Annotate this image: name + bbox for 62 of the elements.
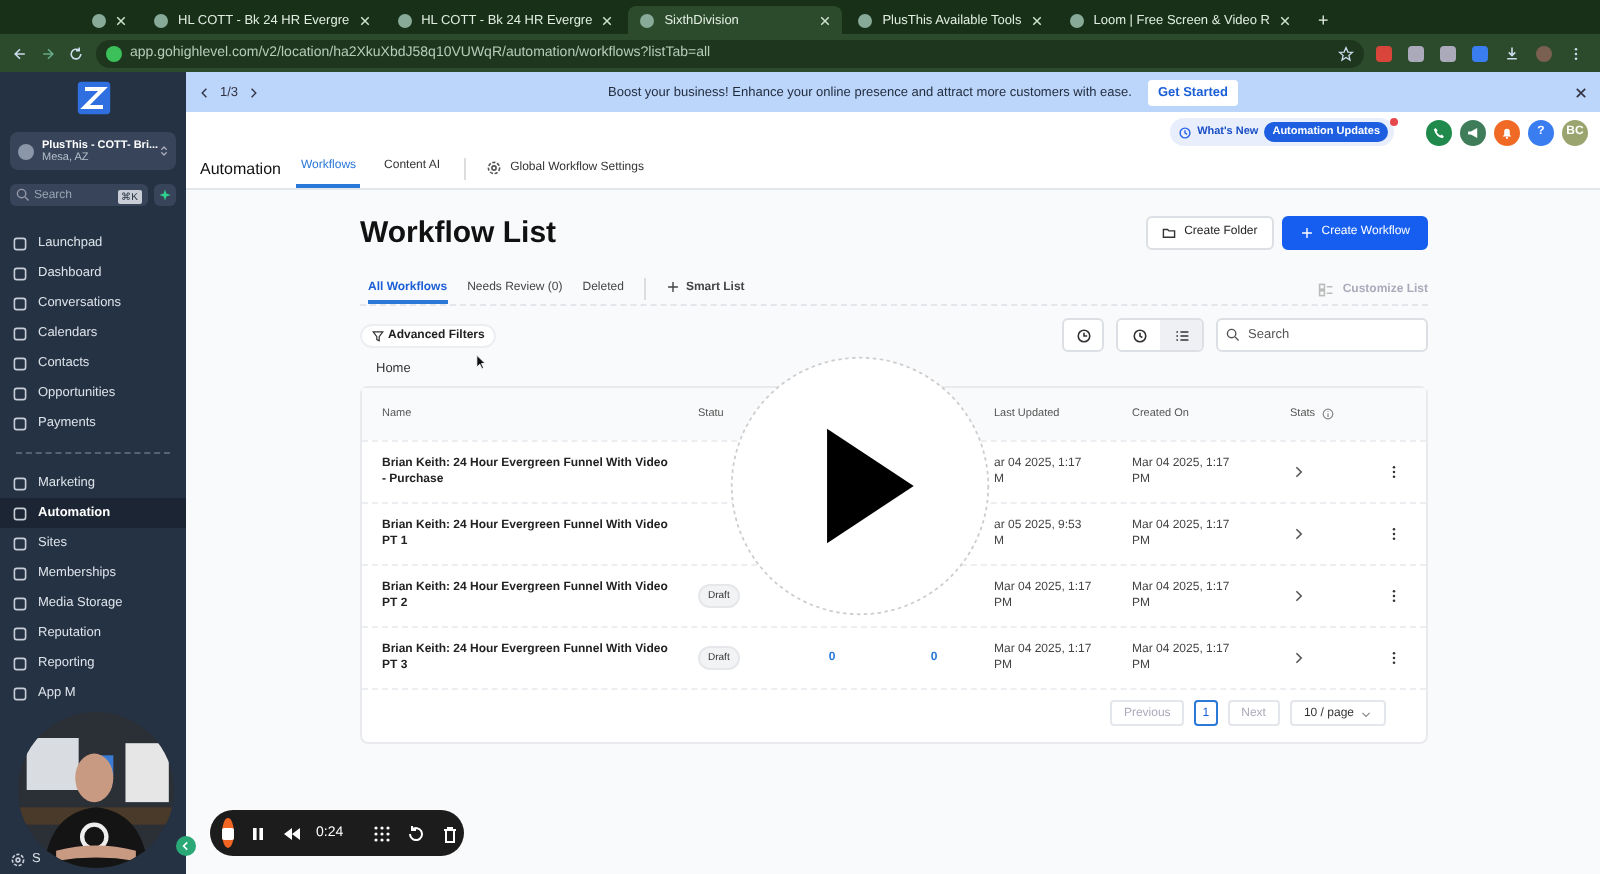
collapse-button[interactable] xyxy=(176,836,196,856)
reload-icon[interactable] xyxy=(68,45,84,61)
clock-view-button[interactable] xyxy=(1118,320,1160,350)
new-tab-button[interactable]: + xyxy=(1306,6,1341,34)
filter-icon xyxy=(372,329,384,341)
forward-icon[interactable] xyxy=(40,45,56,61)
back-icon[interactable] xyxy=(12,45,28,61)
chevron-right-icon[interactable] xyxy=(1290,588,1306,604)
grid-icon[interactable] xyxy=(371,823,392,843)
previous-icon[interactable] xyxy=(198,85,212,99)
settings-icon xyxy=(10,851,26,867)
play-overlay[interactable] xyxy=(730,356,990,616)
sparkle-icon xyxy=(158,188,172,202)
favicon-icon xyxy=(92,13,106,27)
notifications-button[interactable] xyxy=(1494,119,1520,145)
search-icon xyxy=(16,188,30,202)
megaphone-icon xyxy=(1466,125,1480,139)
clock-icon xyxy=(1131,327,1147,343)
site-icon xyxy=(106,45,122,61)
building-icon xyxy=(18,143,34,159)
list-icon xyxy=(1173,327,1189,343)
chevron-down-icon xyxy=(1360,707,1372,719)
bell-icon xyxy=(1500,125,1514,139)
favicon-icon xyxy=(154,13,168,27)
favicon-icon xyxy=(640,13,655,27)
phone-icon xyxy=(1432,125,1446,139)
phone-button[interactable] xyxy=(1426,119,1452,145)
rewind-icon[interactable] xyxy=(282,823,302,843)
star-icon[interactable] xyxy=(1338,45,1354,61)
close-icon[interactable] xyxy=(1574,85,1588,99)
page-title: Workflow List xyxy=(360,215,557,249)
history-icon xyxy=(1075,327,1091,343)
list-view-button[interactable] xyxy=(1160,320,1202,350)
info-icon xyxy=(1321,408,1334,420)
chevron-left-icon xyxy=(180,840,192,852)
next-icon[interactable] xyxy=(246,85,261,99)
whats-new-icon xyxy=(1177,125,1192,139)
columns-icon xyxy=(1318,281,1335,297)
announcements-button[interactable] xyxy=(1460,119,1486,145)
search-icon xyxy=(1226,328,1240,342)
notification-dot xyxy=(1390,118,1398,126)
pause-icon[interactable] xyxy=(248,823,268,843)
plus-icon xyxy=(1299,225,1314,239)
plus-icon xyxy=(665,280,680,294)
favicon-icon xyxy=(397,13,412,27)
chevron-right-icon[interactable] xyxy=(1290,650,1306,666)
chevron-icon xyxy=(160,144,168,158)
chevron-right-icon[interactable] xyxy=(1290,526,1306,542)
chevron-right-icon[interactable] xyxy=(1290,464,1306,480)
settings-icon xyxy=(486,160,503,176)
section-title: Automation xyxy=(200,159,281,177)
stop-button[interactable] xyxy=(222,818,234,848)
quick-add-button[interactable] xyxy=(154,184,176,206)
restart-icon[interactable] xyxy=(405,823,426,843)
download-icon[interactable] xyxy=(1504,45,1520,61)
cursor-icon xyxy=(476,354,486,370)
history-button[interactable] xyxy=(1062,318,1104,352)
logo-icon[interactable] xyxy=(75,80,111,116)
folder-icon xyxy=(1162,225,1177,239)
trash-icon[interactable] xyxy=(439,823,460,843)
favicon-icon xyxy=(858,13,873,27)
favicon-icon xyxy=(1069,13,1084,27)
